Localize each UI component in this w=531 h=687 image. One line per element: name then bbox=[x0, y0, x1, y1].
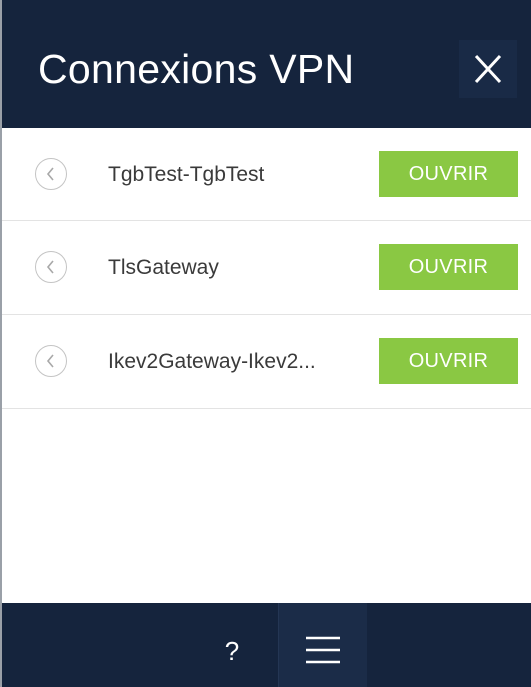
expand-button[interactable] bbox=[35, 251, 67, 283]
connection-name: TlsGateway bbox=[108, 256, 219, 279]
open-button[interactable]: OUVRIR bbox=[379, 244, 518, 290]
open-button[interactable]: OUVRIR bbox=[379, 338, 518, 384]
footer-toolbar: ? bbox=[2, 603, 531, 687]
connection-name: Ikev2Gateway-Ikev2... bbox=[108, 350, 316, 373]
connection-name: TgbTest-TgbTest bbox=[108, 163, 265, 186]
list-item: TgbTest-TgbTest OUVRIR bbox=[2, 128, 531, 221]
help-button[interactable]: ? bbox=[186, 603, 279, 687]
vpn-connections-panel: Connexions VPN TgbTest-TgbTest OUVRIR Tl… bbox=[0, 0, 531, 687]
header: Connexions VPN bbox=[2, 0, 531, 128]
chevron-left-icon bbox=[46, 167, 54, 181]
expand-button[interactable] bbox=[35, 345, 67, 377]
close-icon bbox=[474, 54, 502, 84]
list-item: Ikev2Gateway-Ikev2... OUVRIR bbox=[2, 315, 531, 409]
page-title: Connexions VPN bbox=[38, 46, 355, 92]
chevron-left-icon bbox=[46, 354, 54, 368]
open-button[interactable]: OUVRIR bbox=[379, 151, 518, 197]
menu-button[interactable] bbox=[279, 603, 367, 687]
hamburger-menu-icon bbox=[306, 636, 340, 664]
chevron-left-icon bbox=[46, 260, 54, 274]
close-button[interactable] bbox=[459, 40, 517, 98]
connection-list: TgbTest-TgbTest OUVRIR TlsGateway OUVRIR… bbox=[2, 128, 531, 409]
expand-button[interactable] bbox=[35, 158, 67, 190]
list-item: TlsGateway OUVRIR bbox=[2, 221, 531, 315]
